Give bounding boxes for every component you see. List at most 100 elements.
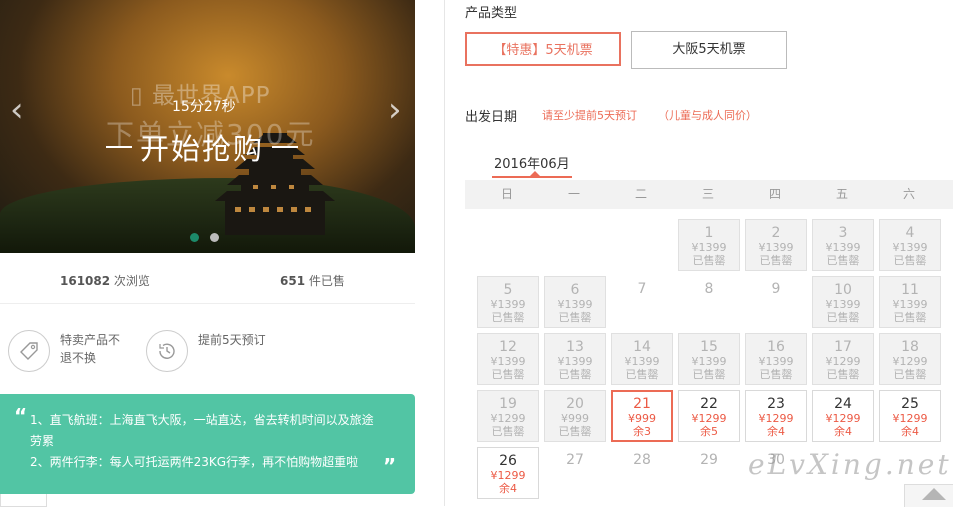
view-count-value: 161082 xyxy=(60,274,111,288)
weekday-label: 四 xyxy=(768,187,781,201)
day-number: 22 xyxy=(700,396,718,412)
feature-advance-booking-text: 提前5天预订 xyxy=(198,333,266,347)
product-type-title: 产品类型 xyxy=(465,6,518,21)
product-option-special[interactable]: 【特惠】5天机票 xyxy=(465,32,621,66)
day-availability: 已售罄 xyxy=(826,254,860,267)
day-number: 6 xyxy=(570,282,580,298)
carousel-next-arrow-icon[interactable]: › xyxy=(388,93,402,127)
up-arrow-icon xyxy=(922,488,946,500)
day-number: 2 xyxy=(771,225,781,241)
tag-icon xyxy=(8,330,50,372)
carousel-dot-1[interactable] xyxy=(190,233,199,242)
day-availability: 已售罄 xyxy=(826,368,860,381)
day-number: 29 xyxy=(700,452,718,468)
day-availability: 余4 xyxy=(767,425,785,438)
calendar-day-cell: 19 ¥1299 已售罄 xyxy=(477,390,539,442)
carousel-dot-2[interactable] xyxy=(210,233,219,242)
calendar-day-cell[interactable]: 24 ¥1299 余4 xyxy=(812,390,874,442)
calendar-day-cell: 16 ¥1399 已售罄 xyxy=(745,333,807,385)
divider xyxy=(0,303,415,304)
calendar-day-cell: 8 xyxy=(678,276,740,328)
close-quote-icon: ” xyxy=(383,454,397,478)
calendar-day-cell[interactable]: 22 ¥1299 余5 xyxy=(678,390,740,442)
calendar-day-cell: 3 ¥1399 已售罄 xyxy=(812,219,874,271)
calendar-weekday-header: 日一二三四五六 xyxy=(465,180,953,209)
day-number: 1 xyxy=(704,225,714,241)
day-number: 14 xyxy=(633,339,651,355)
phone-icon: ▯ xyxy=(130,83,144,109)
day-number: 20 xyxy=(566,396,584,412)
promo-banner-carousel[interactable]: ▯ 最世界APP 下单立减300元 15分27秒 开始抢购 ‹ › xyxy=(0,0,415,253)
day-availability: 已售罄 xyxy=(491,368,525,381)
day-price: ¥1299 xyxy=(825,355,861,368)
calendar-day-cell: 9 xyxy=(745,276,807,328)
back-to-top-button[interactable] xyxy=(904,484,953,507)
carousel-prev-arrow-icon[interactable]: ‹ xyxy=(10,93,24,127)
highlight-line-2: 2、两件行李：每人可托运两件23KG行李，再不怕购物超重啦 xyxy=(30,455,359,469)
calendar-day-cell: 18 ¥1299 已售罄 xyxy=(879,333,941,385)
calendar-day-cell[interactable]: 25 ¥1299 余4 xyxy=(879,390,941,442)
feature-no-refund: 特卖产品不退不换 xyxy=(8,330,130,372)
month-tab[interactable]: 2016年06月 xyxy=(494,153,570,172)
day-availability: 已售罄 xyxy=(692,368,726,381)
day-availability: 已售罄 xyxy=(893,368,927,381)
calendar-day-cell[interactable]: 23 ¥1299 余4 xyxy=(745,390,807,442)
day-price: ¥1299 xyxy=(892,355,928,368)
note-tab xyxy=(0,494,47,507)
weekday-label: 六 xyxy=(902,187,915,201)
weekday-label: 一 xyxy=(567,187,580,201)
day-price: ¥1399 xyxy=(691,241,727,254)
feature-advance-booking: 提前5天预订 xyxy=(146,330,268,372)
day-number: 12 xyxy=(499,339,517,355)
departure-date-title: 出发日期 xyxy=(465,110,518,125)
calendar-day-cell: 29 xyxy=(678,447,740,499)
day-price: ¥1399 xyxy=(624,355,660,368)
day-price: ¥1299 xyxy=(490,412,526,425)
day-availability: 余4 xyxy=(499,482,517,495)
calendar-day-cell[interactable]: 26 ¥1299 余4 xyxy=(477,447,539,499)
open-quote-icon: “ xyxy=(14,404,28,428)
weekday-label: 二 xyxy=(634,187,647,201)
day-availability: 余4 xyxy=(834,425,852,438)
heading-line-left xyxy=(106,146,132,148)
day-number: 21 xyxy=(633,396,651,412)
day-availability: 已售罄 xyxy=(893,254,927,267)
day-number: 11 xyxy=(901,282,919,298)
day-price: ¥1399 xyxy=(892,241,928,254)
day-number: 10 xyxy=(834,282,852,298)
heading-line-right xyxy=(272,146,299,148)
calendar-day-cell[interactable]: 21 ¥999 余3 xyxy=(611,390,673,442)
advance-booking-hint: 请至少提前5天预订 xyxy=(542,109,637,122)
day-price: ¥1399 xyxy=(758,355,794,368)
weekday-label: 三 xyxy=(701,187,714,201)
calendar-day-cell: 28 xyxy=(611,447,673,499)
highlight-line-1: 1、直飞航班：上海直飞大阪，一站直达，省去转机时间以及旅途劳累 xyxy=(30,413,374,448)
day-number: 28 xyxy=(633,452,651,468)
day-price: ¥1399 xyxy=(490,355,526,368)
calendar-day-cell: 4 ¥1399 已售罄 xyxy=(879,219,941,271)
calendar-day-cell: 7 xyxy=(611,276,673,328)
day-price: ¥1399 xyxy=(758,241,794,254)
day-number: 13 xyxy=(566,339,584,355)
calendar-day-cell: 12 ¥1399 已售罄 xyxy=(477,333,539,385)
day-availability: 余4 xyxy=(901,425,919,438)
day-availability: 已售罄 xyxy=(491,425,525,438)
day-number: 7 xyxy=(637,281,647,297)
day-number: 9 xyxy=(771,281,781,297)
product-option-osaka[interactable]: 大阪5天机票 xyxy=(631,31,787,69)
calendar-day-cell: 11 ¥1399 已售罄 xyxy=(879,276,941,328)
day-price: ¥1299 xyxy=(892,412,928,425)
day-price: ¥1299 xyxy=(825,412,861,425)
calendar-day-cell: 1 ¥1399 已售罄 xyxy=(678,219,740,271)
day-number: 3 xyxy=(838,225,848,241)
day-number: 25 xyxy=(901,396,919,412)
day-number: 15 xyxy=(700,339,718,355)
day-availability: 已售罄 xyxy=(558,311,592,324)
booking-panel: 产品类型 【特惠】5天机票 大阪5天机票 出发日期 请至少提前5天预订 （儿童与… xyxy=(445,0,953,506)
day-number: 23 xyxy=(767,396,785,412)
calendar-day-cell: 14 ¥1399 已售罄 xyxy=(611,333,673,385)
day-price: ¥999 xyxy=(628,412,656,425)
day-price: ¥1399 xyxy=(825,298,861,311)
view-count-label: 次浏览 xyxy=(110,274,150,288)
weekday-label: 五 xyxy=(835,187,848,201)
